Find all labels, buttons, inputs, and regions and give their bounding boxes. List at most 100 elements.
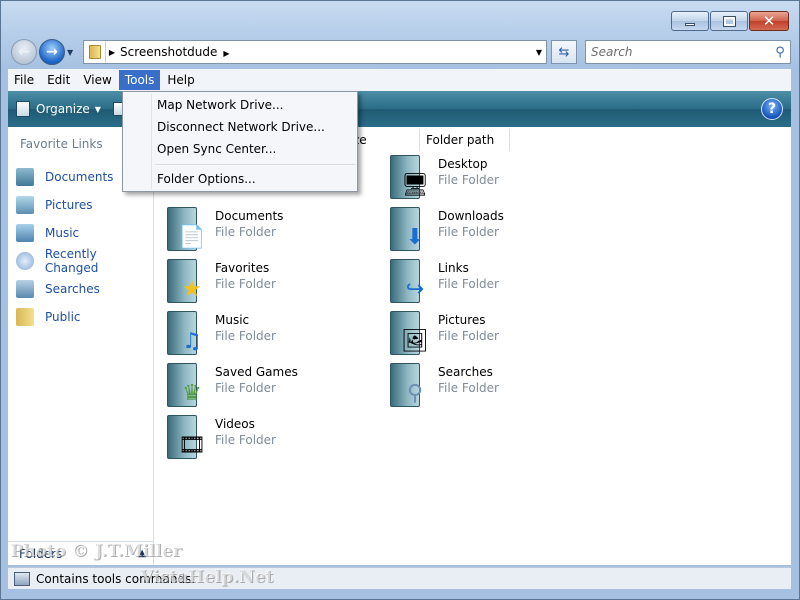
menu-bar: File Edit View Tools Help <box>8 69 791 91</box>
breadcrumb-chevron-icon[interactable]: ▶ <box>223 49 229 58</box>
file-name: Videos <box>215 417 255 431</box>
maximize-button[interactable] <box>710 11 748 31</box>
file-type: File Folder <box>438 329 499 343</box>
menu-item-disconnect-network-drive[interactable]: Disconnect Network Drive... <box>123 116 357 138</box>
file-item-music[interactable]: ♫ Music File Folder <box>165 311 365 359</box>
file-type: File Folder <box>438 277 499 291</box>
file-type: File Folder <box>438 225 499 239</box>
minimize-icon <box>685 22 695 26</box>
public-folder-icon <box>16 308 34 326</box>
menu-item-open-sync-center[interactable]: Open Sync Center... <box>123 138 357 160</box>
file-type: File Folder <box>215 381 276 395</box>
address-dropdown-icon[interactable]: ▼ <box>532 48 546 57</box>
file-item-searches[interactable]: ⚲ Searches File Folder <box>388 363 588 411</box>
column-header-folder-path[interactable]: Folder path <box>420 129 510 151</box>
breadcrumb-chevron-icon[interactable]: ▶ <box>106 48 118 57</box>
chevron-up-icon: ▲ <box>138 548 146 559</box>
explorer-window: ✕ ← → ▼ ▶ Screenshotdude ▶ ▼ ⇆ Search ⚲ F… <box>0 0 800 600</box>
file-name: Downloads <box>438 209 504 223</box>
file-item-documents[interactable]: 📄 Documents File Folder <box>165 207 365 255</box>
file-item-desktop[interactable]: 🖥 Desktop File Folder <box>388 155 588 203</box>
file-name: Desktop <box>438 157 488 171</box>
file-list: ze Folder path 🖥 Desktop File Folder 📄 Do… <box>155 127 791 565</box>
address-bar[interactable]: ▶ Screenshotdude ▶ ▼ <box>83 40 547 64</box>
file-item-links[interactable]: ↪ Links File Folder <box>388 259 588 307</box>
favorite-link-music[interactable]: Music <box>16 219 153 247</box>
favorite-link-recently-changed[interactable]: Recently Changed <box>16 247 153 275</box>
favorite-link-searches[interactable]: Searches <box>16 275 153 303</box>
file-type: File Folder <box>215 329 276 343</box>
folder-icon: 🎞 <box>165 415 207 463</box>
file-item-favorites[interactable]: ★ Favorites File Folder <box>165 259 365 307</box>
searches-icon <box>16 280 34 298</box>
folder-icon: ★ <box>165 259 207 307</box>
file-type: File Folder <box>215 277 276 291</box>
navigation-pane: Favorite Links Documents Pictures Music … <box>8 127 154 565</box>
documents-icon: 📄 <box>178 224 206 250</box>
recent-pages-dropdown[interactable]: ▼ <box>67 48 79 57</box>
back-button[interactable]: ← <box>11 39 37 65</box>
organize-label: Organize <box>36 102 90 116</box>
favorite-link-label[interactable]: Searches <box>45 282 100 296</box>
favorite-link-label[interactable]: Public <box>45 310 81 324</box>
search-box[interactable]: Search ⚲ <box>585 40 791 64</box>
favorite-link-label[interactable]: Music <box>45 226 79 240</box>
breadcrumb-folder[interactable]: Screenshotdude <box>120 45 217 59</box>
menu-view[interactable]: View <box>77 70 117 90</box>
menu-item-folder-options[interactable]: Folder Options... <box>123 168 357 190</box>
star-icon: ★ <box>182 276 202 302</box>
help-icon[interactable]: ? <box>761 98 783 120</box>
folder-icon: 📄 <box>165 207 207 255</box>
desktop-icon: 🖥 <box>401 172 429 198</box>
menu-help[interactable]: Help <box>161 70 200 90</box>
file-item-videos[interactable]: 🎞 Videos File Folder <box>165 415 365 463</box>
favorite-link-pictures[interactable]: Pictures <box>16 191 153 219</box>
folder-icon: ♫ <box>165 311 207 359</box>
file-item-downloads[interactable]: ⬇ Downloads File Folder <box>388 207 588 255</box>
content-area: Favorite Links Documents Pictures Music … <box>8 127 791 565</box>
menu-tools[interactable]: Tools <box>118 70 161 90</box>
pictures-icon <box>16 196 34 214</box>
music-icon <box>16 224 34 242</box>
caption-buttons: ✕ <box>670 11 789 31</box>
refresh-button[interactable]: ⇆ <box>551 40 577 64</box>
close-button[interactable]: ✕ <box>749 11 789 31</box>
forward-button[interactable]: → <box>39 39 65 65</box>
favorite-link-label[interactable]: Pictures <box>45 198 93 212</box>
file-name: Saved Games <box>215 365 298 379</box>
favorite-link-label[interactable]: Documents <box>45 170 113 184</box>
download-arrow-icon: ⬇ <box>405 224 425 250</box>
favorite-link-public[interactable]: Public <box>16 303 153 331</box>
search-icon[interactable]: ⚲ <box>770 45 790 60</box>
search-input[interactable]: Search <box>591 45 770 59</box>
trophy-icon: ♛ <box>182 380 202 406</box>
menu-item-map-network-drive[interactable]: Map Network Drive... <box>123 94 357 116</box>
close-icon: ✕ <box>762 11 776 30</box>
breadcrumb[interactable]: Screenshotdude ▶ <box>118 45 532 59</box>
folders-toggle[interactable]: Folders ▲ <box>8 541 154 565</box>
folder-icon: 🖥 <box>388 155 430 203</box>
folder-icon: 🖼 <box>388 311 430 359</box>
file-item-pictures[interactable]: 🖼 Pictures File Folder <box>388 311 588 359</box>
folder-icon <box>84 41 106 63</box>
file-type: File Folder <box>438 173 499 187</box>
link-arrow-icon: ↪ <box>405 276 425 302</box>
folder-icon: ↪ <box>388 259 430 307</box>
maximize-icon <box>722 15 736 27</box>
folder-icon: ⚲ <box>388 363 430 411</box>
minimize-button[interactable] <box>671 11 709 31</box>
documents-icon <box>16 168 34 186</box>
favorite-links-title: Favorite Links <box>20 137 103 151</box>
file-name: Searches <box>438 365 493 379</box>
menu-gutter <box>151 94 152 189</box>
picture-icon: 🖼 <box>401 328 429 354</box>
file-item-saved-games[interactable]: ♛ Saved Games File Folder <box>165 363 365 411</box>
menu-edit[interactable]: Edit <box>41 70 76 90</box>
favorite-link-label[interactable]: Recently Changed <box>45 247 153 275</box>
file-name: Documents <box>215 209 284 223</box>
folder-icon: ⬇ <box>388 207 430 255</box>
menu-file[interactable]: File <box>8 70 40 90</box>
computer-icon <box>14 571 30 586</box>
organize-button[interactable]: Organize ▼ <box>16 101 101 117</box>
chevron-down-icon: ▼ <box>94 104 101 114</box>
